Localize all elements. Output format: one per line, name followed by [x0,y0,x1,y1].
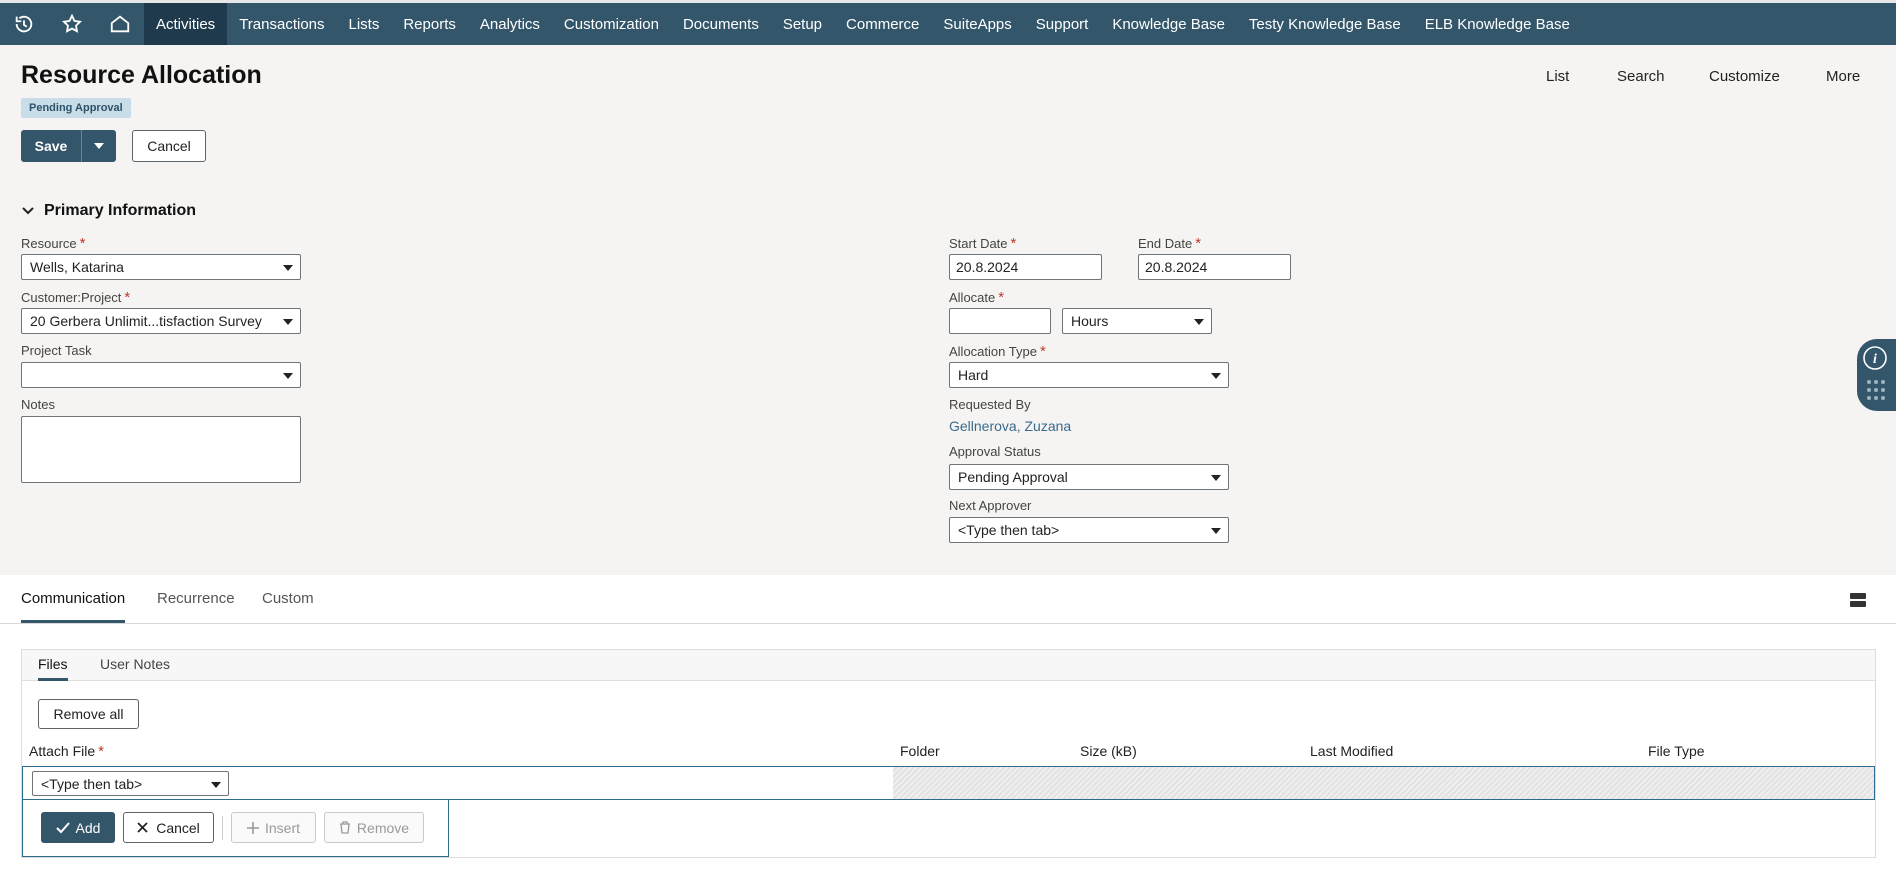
start-date-label: Start Date * [949,235,1017,252]
allocate-input[interactable] [949,308,1051,334]
customer-project-select[interactable]: 20 Gerbera Unlimit...tisfaction Survey [21,308,301,334]
dropdown-arrow-icon [1211,528,1221,534]
nav-documents[interactable]: Documents [671,3,771,45]
dropdown-arrow-icon [283,319,293,325]
nav-lists[interactable]: Lists [337,3,392,45]
tab-custom[interactable]: Custom [262,590,314,607]
customer-project-label: Customer:Project * [21,289,131,306]
col-size: Size (kB) [1080,743,1137,759]
col-last-modified: Last Modified [1310,743,1394,759]
attach-file-select[interactable]: <Type then tab> [32,771,229,796]
tab-recurrence[interactable]: Recurrence [157,590,235,607]
resource-label: Resource * [21,235,86,252]
save-button[interactable]: Save [21,130,116,162]
section-title: Primary Information [44,202,197,219]
save-button-label[interactable]: Save [21,130,82,162]
recent-icon[interactable] [0,3,48,45]
nav-support[interactable]: Support [1024,3,1101,45]
close-icon [137,822,148,833]
readonly-cells [893,767,1874,799]
add-button[interactable]: Add [41,812,115,843]
requested-by-link[interactable]: Gellnerova, Zuzana [949,418,1071,434]
plus-icon [246,821,259,834]
start-date-input[interactable]: 20.8.2024 [949,254,1102,280]
dropdown-arrow-icon [283,373,293,379]
remove-label: Remove [356,819,410,836]
approval-status-label: Approval Status [949,444,1041,459]
approval-status-select[interactable]: Pending Approval [949,464,1229,490]
primary-info-toggle[interactable]: Primary Information [22,202,196,220]
resource-select[interactable]: Wells, Katarina [21,254,301,280]
allocate-label: Allocate * [949,289,1005,306]
star-icon[interactable] [48,3,96,45]
end-date-input[interactable]: 20.8.2024 [1138,254,1291,280]
insert-button[interactable]: Insert [231,812,316,843]
grid-dots-icon[interactable] [1866,379,1886,403]
nav-elb-knowledge-base[interactable]: ELB Knowledge Base [1413,3,1582,45]
project-task-select[interactable] [21,362,301,388]
end-date-label: End Date * [1138,235,1202,252]
more-link[interactable]: More [1826,68,1860,85]
search-link[interactable]: Search [1617,68,1665,85]
chevron-down-icon [22,207,34,215]
allocation-type-label: Allocation Type * [949,343,1046,360]
nav-analytics[interactable]: Analytics [468,3,552,45]
status-badge: Pending Approval [21,98,131,118]
nav-knowledge-base[interactable]: Knowledge Base [1100,3,1237,45]
customize-link[interactable]: Customize [1709,68,1780,85]
next-approver-label: Next Approver [949,498,1032,513]
insert-label: Insert [264,819,300,836]
home-icon[interactable] [96,3,144,45]
subtab-files[interactable]: Files [38,656,68,672]
allocate-unit-select[interactable]: Hours [1062,308,1212,334]
remove-button[interactable]: Remove [324,812,424,843]
header-links: List Search Customize More [0,68,1896,88]
nav-activities[interactable]: Activities [144,3,228,45]
dropdown-arrow-icon [1211,373,1221,379]
dropdown-arrow-icon [283,265,293,271]
tabs-divider [0,623,1896,624]
dropdown-arrow-icon [1211,475,1221,481]
save-options-caret-icon[interactable] [82,143,116,149]
remove-all-button[interactable]: Remove all [38,699,139,729]
nav-customization[interactable]: Customization [552,3,671,45]
nav-setup[interactable]: Setup [771,3,834,45]
check-icon [55,821,70,833]
layout-menu-icon[interactable] [1849,592,1867,611]
row-cancel-label: Cancel [156,819,200,836]
col-attach-file: Attach File * [29,743,104,760]
nav-suiteapps[interactable]: SuiteApps [931,3,1023,45]
subtab-user-notes[interactable]: User Notes [100,656,170,672]
active-subtab-underline [38,678,68,681]
requested-by-label: Requested By [949,397,1031,412]
notes-textarea[interactable] [21,416,301,483]
list-link[interactable]: List [1546,68,1569,85]
info-icon[interactable]: i [1862,345,1888,371]
trash-icon [339,821,350,834]
nav-commerce[interactable]: Commerce [834,3,931,45]
row-cancel-button[interactable]: Cancel [123,812,214,843]
next-approver-select[interactable]: <Type then tab> [949,517,1229,543]
col-folder: Folder [900,743,940,759]
allocation-type-select[interactable]: Hard [949,362,1229,388]
dropdown-arrow-icon [211,782,221,788]
button-separator [222,816,223,840]
dropdown-arrow-icon [1194,319,1204,325]
subtabs-bar [22,650,1875,681]
notes-label: Notes [21,397,55,412]
nav-reports[interactable]: Reports [391,3,468,45]
nav-testy-knowledge-base[interactable]: Testy Knowledge Base [1237,3,1413,45]
cancel-button[interactable]: Cancel [132,130,206,162]
top-nav-bar: Activities Transactions Lists Reports An… [0,0,1896,45]
add-button-label: Add [75,819,101,836]
svg-text:i: i [1873,352,1877,367]
project-task-label: Project Task [21,343,92,358]
col-file-type: File Type [1648,743,1705,759]
nav-transactions[interactable]: Transactions [227,3,336,45]
help-widget[interactable]: i [1857,339,1896,411]
tab-communication[interactable]: Communication [21,590,125,607]
